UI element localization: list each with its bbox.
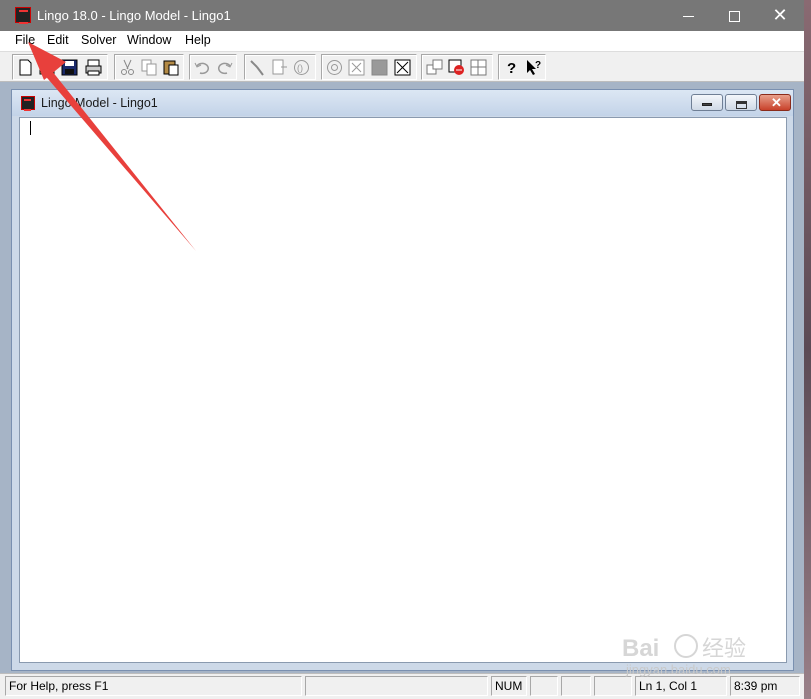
cascade-icon[interactable]	[468, 57, 489, 78]
menu-solver[interactable]: Solver	[80, 33, 117, 47]
print-icon[interactable]	[83, 57, 104, 78]
match-paren-icon[interactable]: ()	[291, 57, 312, 78]
menu-help[interactable]: Help	[184, 33, 212, 47]
child-minimize-button[interactable]	[691, 94, 723, 111]
close-icon: ✕	[772, 5, 788, 25]
menu-edit[interactable]: Edit	[46, 33, 70, 47]
toolbar-group-solve	[321, 54, 417, 80]
open-icon[interactable]	[37, 57, 58, 78]
child-restore-button[interactable]	[725, 94, 757, 111]
title-bar: Lingo 18.0 - Lingo Model - Lingo1 ✕	[0, 0, 804, 31]
status-cursor-position: Ln 1, Col 1	[635, 676, 727, 696]
model-child-window: Lingo Model - Lingo1 ✕	[11, 89, 794, 671]
child-window-title: Lingo Model - Lingo1	[41, 96, 158, 110]
find-icon[interactable]	[247, 57, 268, 78]
toolbar-group-file	[12, 54, 108, 80]
status-help-text: For Help, press F1	[5, 676, 302, 696]
lingo-document-icon[interactable]	[21, 96, 35, 111]
window-title: Lingo 18.0 - Lingo Model - Lingo1	[37, 8, 231, 23]
menu-bar: File Edit Solver Window Help	[0, 31, 804, 52]
status-panel-empty-3	[561, 676, 591, 696]
lingo-main-window: Lingo 18.0 - Lingo Model - Lingo1 ✕ File…	[0, 0, 804, 699]
svg-text:?: ?	[535, 60, 541, 71]
status-panel-empty-1	[305, 676, 488, 696]
toolbar-group-undo	[189, 54, 237, 80]
solution-icon[interactable]	[346, 57, 367, 78]
svg-text:?: ?	[507, 60, 516, 77]
minimize-button[interactable]	[665, 0, 711, 31]
model-editor[interactable]	[19, 117, 787, 663]
text-caret	[30, 121, 31, 135]
save-icon[interactable]	[59, 57, 80, 78]
toolbar: () ? ?	[0, 52, 804, 82]
close-icon: ✕	[771, 95, 782, 110]
svg-text:经验: 经验	[702, 637, 746, 662]
cut-icon[interactable]	[117, 57, 138, 78]
maximize-button[interactable]	[711, 0, 757, 31]
status-time: 8:39 pm	[730, 676, 800, 696]
close-button[interactable]: ✕	[757, 0, 803, 31]
paste-icon[interactable]	[161, 57, 182, 78]
mdi-client-area: Lingo Model - Lingo1 ✕	[0, 82, 804, 673]
lingo-sigma-icon[interactable]	[15, 7, 31, 24]
watermark-text: jingyan.baidu.com	[626, 662, 731, 677]
restore-icon	[736, 101, 747, 109]
toolbar-group-edit	[114, 54, 184, 80]
minimize-icon	[682, 15, 694, 17]
context-help-icon[interactable]: ?	[523, 57, 544, 78]
menu-file[interactable]: File	[14, 33, 36, 47]
status-panel-empty-4	[594, 676, 632, 696]
svg-text:Bai: Bai	[622, 635, 659, 662]
solve-icon[interactable]	[324, 57, 345, 78]
send-to-back-icon[interactable]	[392, 57, 413, 78]
minimize-icon	[702, 103, 712, 106]
svg-text:(): ()	[297, 63, 303, 73]
goto-line-icon[interactable]	[269, 57, 290, 78]
child-close-button[interactable]: ✕	[759, 94, 791, 111]
maximize-icon	[728, 10, 740, 22]
undo-icon[interactable]	[192, 57, 213, 78]
copy-icon[interactable]	[139, 57, 160, 78]
help-icon[interactable]: ?	[501, 57, 522, 78]
toolbar-group-find: ()	[244, 54, 316, 80]
menu-window[interactable]: Window	[126, 33, 172, 47]
redo-icon[interactable]	[214, 57, 235, 78]
toolbar-group-help: ? ?	[498, 54, 546, 80]
tile-icon[interactable]	[424, 57, 445, 78]
status-num-indicator: NUM	[491, 676, 527, 696]
close-all-icon[interactable]	[369, 57, 390, 78]
status-panel-empty-2	[530, 676, 558, 696]
options-icon[interactable]	[446, 57, 467, 78]
toolbar-group-window	[421, 54, 493, 80]
new-icon[interactable]	[15, 57, 36, 78]
child-title-bar[interactable]: Lingo Model - Lingo1 ✕	[12, 90, 793, 116]
